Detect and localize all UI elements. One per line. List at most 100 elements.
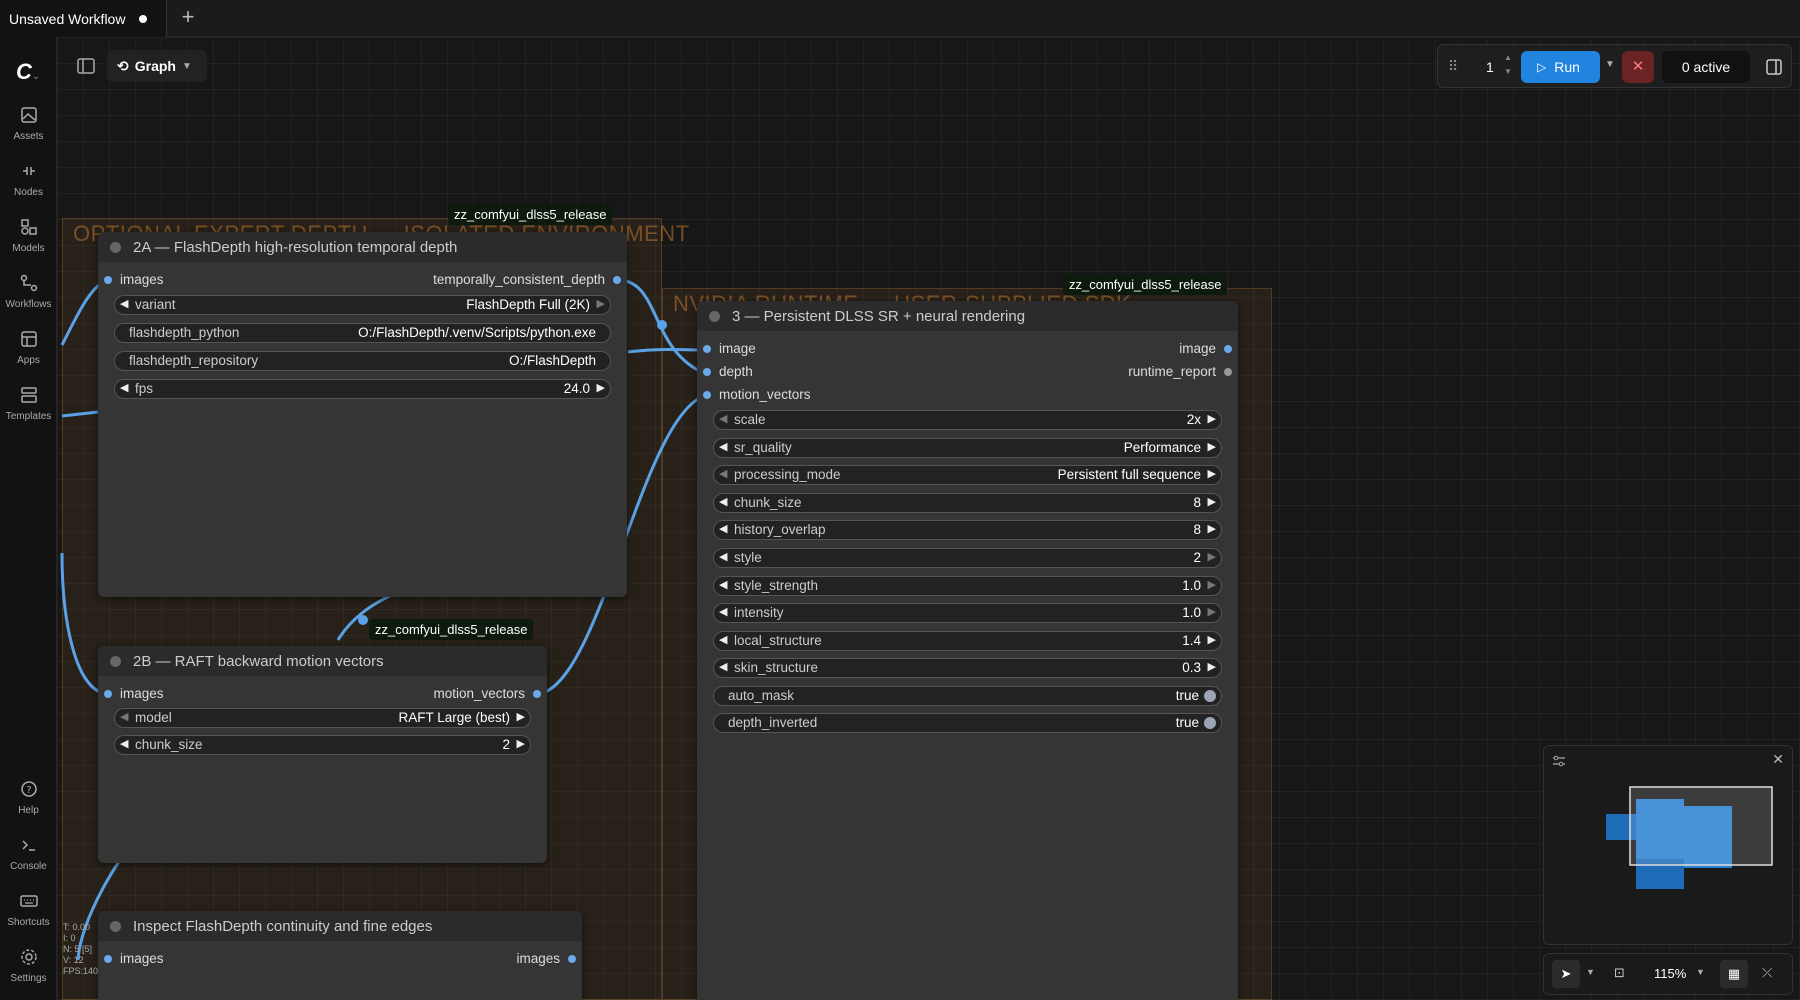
run-button[interactable]: ▷ Run [1521, 51, 1600, 83]
arrow-left-icon[interactable]: ◀ [719, 440, 727, 453]
node-header[interactable]: Inspect FlashDepth continuity and fine e… [98, 911, 582, 941]
arrow-left-icon[interactable]: ◀ [120, 710, 128, 723]
arrow-right-icon[interactable]: ▶ [597, 297, 605, 310]
drag-handle-icon[interactable]: ⠿ [1448, 58, 1458, 75]
collapse-dot-icon[interactable] [110, 241, 121, 253]
widget-scale[interactable]: ◀ scale 2x ▶ [713, 410, 1222, 430]
widget-flashdepth-repository[interactable]: flashdepth_repository O:/FlashDepth [114, 351, 611, 371]
arrow-right-icon[interactable]: ▶ [1208, 578, 1216, 591]
collapse-dot-icon[interactable] [709, 310, 720, 322]
run-options-chevron-icon[interactable]: ▼ [1605, 59, 1615, 70]
arrow-right-icon[interactable]: ▶ [1208, 522, 1216, 535]
arrow-left-icon[interactable]: ◀ [719, 578, 727, 591]
active-queue-button[interactable]: 0 active [1662, 51, 1750, 83]
widget-model[interactable]: ◀ model RAFT Large (best) ▶ [114, 708, 531, 728]
arrow-left-icon[interactable]: ◀ [719, 633, 727, 646]
sidebar-item-models[interactable]: Models [0, 217, 57, 267]
arrow-right-icon[interactable]: ▶ [517, 737, 525, 750]
arrow-right-icon[interactable]: ▶ [1208, 495, 1216, 508]
sidebar-item-assets[interactable]: Assets [0, 105, 57, 155]
stepper-icon[interactable]: ▲ ▼ [1504, 51, 1512, 79]
arrow-left-icon[interactable]: ◀ [719, 412, 727, 425]
output-slot-images[interactable] [568, 955, 576, 963]
input-slot-image[interactable] [703, 345, 711, 353]
sidebar-item-console[interactable]: Console [0, 835, 57, 885]
widget-local-structure[interactable]: ◀ local_structure 1.4 ▶ [713, 631, 1222, 651]
widget-chunk-size[interactable]: ◀ chunk_size 2 ▶ [114, 735, 531, 755]
queue-count-input[interactable]: 1 [1478, 53, 1522, 81]
arrow-right-icon[interactable]: ▶ [597, 381, 605, 394]
arrow-right-icon[interactable]: ▶ [1208, 633, 1216, 646]
arrow-left-icon[interactable]: ◀ [719, 467, 727, 480]
input-slot-images[interactable] [104, 690, 112, 698]
toggle-panel-icon[interactable] [76, 57, 96, 75]
output-slot-motion-vectors[interactable] [533, 690, 541, 698]
widget-style-strength[interactable]: ◀ style_strength 1.0 ▶ [713, 576, 1222, 596]
node-inspect-flashdepth[interactable]: Inspect FlashDepth continuity and fine e… [98, 911, 582, 1000]
arrow-left-icon[interactable]: ◀ [719, 495, 727, 508]
sidebar-item-help[interactable]: ? Help [0, 779, 57, 829]
fit-view-icon[interactable]: ⊡ [1614, 965, 1625, 981]
widget-intensity[interactable]: ◀ intensity 1.0 ▶ [713, 603, 1222, 623]
minimap-toggle-icon[interactable]: ▦ [1720, 960, 1748, 988]
sidebar-item-nodes[interactable]: Nodes [0, 161, 57, 211]
sidebar-item-templates[interactable]: Templates [0, 385, 57, 435]
arrow-right-icon[interactable]: ▶ [1208, 467, 1216, 480]
node-3-dlss[interactable]: 3 — Persistent DLSS SR + neural renderin… [697, 301, 1238, 1000]
input-slot-images[interactable] [104, 276, 112, 284]
select-mode-button[interactable]: ➤ [1552, 960, 1580, 988]
node-2a-flashdepth[interactable]: 2A — FlashDepth high-resolution temporal… [98, 232, 627, 597]
arrow-right-icon[interactable]: ▶ [1208, 550, 1216, 563]
widget-fps[interactable]: ◀ fps 24.0 ▶ [114, 379, 611, 399]
tab-unsaved-workflow[interactable]: Unsaved Workflow [0, 0, 167, 37]
toggle-knob-icon[interactable] [1204, 717, 1216, 729]
arrow-right-icon[interactable]: ▶ [1208, 440, 1216, 453]
arrow-right-icon[interactable]: ▶ [517, 710, 525, 723]
arrow-right-icon[interactable]: ▶ [1208, 605, 1216, 618]
widget-processing-mode[interactable]: ◀ processing_mode Persistent full sequen… [713, 465, 1222, 485]
node-header[interactable]: 3 — Persistent DLSS SR + neural renderin… [697, 301, 1238, 331]
arrow-left-icon[interactable]: ◀ [719, 660, 727, 673]
chevron-down-icon[interactable]: ▼ [1696, 967, 1705, 977]
node-header[interactable]: 2B — RAFT backward motion vectors [98, 646, 547, 676]
input-slot-images[interactable] [104, 955, 112, 963]
right-panel-icon[interactable] [1764, 57, 1784, 77]
minimap[interactable]: ✕ [1543, 745, 1793, 945]
minimap-settings-icon[interactable] [1552, 754, 1566, 768]
widget-depth-inverted[interactable]: depth_inverted true [713, 713, 1222, 733]
widget-flashdepth-python[interactable]: flashdepth_python O:/FlashDepth/.venv/Sc… [114, 323, 611, 343]
arrow-left-icon[interactable]: ◀ [120, 381, 128, 394]
arrow-left-icon[interactable]: ◀ [120, 297, 128, 310]
toggle-knob-icon[interactable] [1204, 690, 1216, 702]
collapse-dot-icon[interactable] [110, 920, 121, 932]
cancel-button[interactable]: ✕ [1622, 51, 1654, 83]
comfy-logo-icon[interactable]: C⌄ [16, 59, 46, 84]
arrow-right-icon[interactable]: ▶ [1208, 660, 1216, 673]
widget-style[interactable]: ◀ style 2 ▶ [713, 548, 1222, 568]
sidebar-item-settings[interactable]: Settings [0, 947, 57, 997]
widget-skin-structure[interactable]: ◀ skin_structure 0.3 ▶ [713, 658, 1222, 678]
output-slot-image[interactable] [1224, 345, 1232, 353]
widget-history-overlap[interactable]: ◀ history_overlap 8 ▶ [713, 520, 1222, 540]
arrow-right-icon[interactable]: ▶ [1208, 412, 1216, 425]
output-slot-runtime-report[interactable] [1224, 368, 1232, 376]
plus-icon[interactable]: + [176, 6, 200, 30]
chevron-down-icon[interactable]: ▼ [1586, 967, 1595, 977]
sidebar-item-workflows[interactable]: Workflows [0, 273, 57, 323]
widget-auto-mask[interactable]: auto_mask true [713, 686, 1222, 706]
node-2b-raft[interactable]: 2B — RAFT backward motion vectors images… [98, 646, 547, 863]
input-slot-motion-vectors[interactable] [703, 391, 711, 399]
graph-mode-button[interactable]: ⟲ Graph ▼ [107, 50, 207, 82]
widget-chunk-size[interactable]: ◀ chunk_size 8 ▶ [713, 493, 1222, 513]
input-slot-depth[interactable] [703, 368, 711, 376]
arrow-left-icon[interactable]: ◀ [120, 737, 128, 750]
sidebar-item-apps[interactable]: Apps [0, 329, 57, 379]
link-visibility-icon[interactable]: ⤫ [1762, 965, 1772, 981]
zoom-level[interactable]: 115% [1654, 966, 1686, 981]
sidebar-item-shortcuts[interactable]: Shortcuts [0, 891, 57, 941]
arrow-left-icon[interactable]: ◀ [719, 522, 727, 535]
close-icon[interactable]: ✕ [1772, 751, 1784, 768]
widget-sr-quality[interactable]: ◀ sr_quality Performance ▶ [713, 438, 1222, 458]
node-header[interactable]: 2A — FlashDepth high-resolution temporal… [98, 232, 627, 262]
collapse-dot-icon[interactable] [110, 655, 121, 667]
